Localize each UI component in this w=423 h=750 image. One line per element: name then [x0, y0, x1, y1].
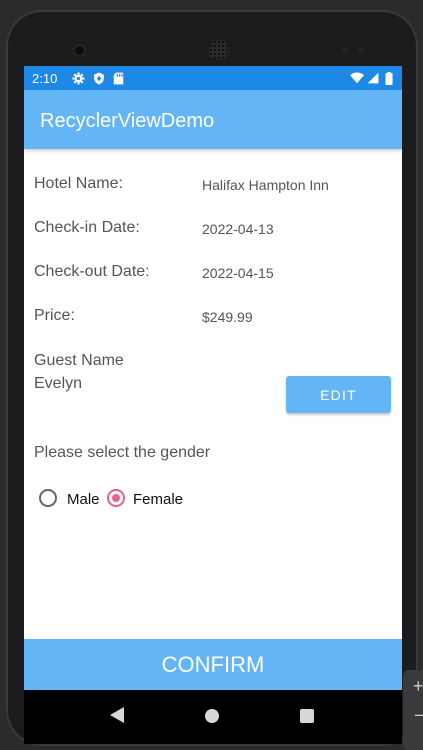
hotel-name-value: Halifax Hampton Inn	[202, 177, 329, 193]
confirm-button[interactable]: CONFIRM	[24, 639, 402, 690]
app-title: RecyclerViewDemo	[40, 110, 215, 132]
battery-icon	[385, 72, 393, 85]
female-radio[interactable]	[107, 489, 125, 507]
front-camera	[75, 46, 84, 55]
back-icon[interactable]	[110, 707, 124, 723]
sd-card-icon	[113, 72, 124, 85]
status-bar: 2:10	[24, 66, 402, 90]
home-icon[interactable]	[205, 709, 219, 723]
check-in-label: Check-in Date:	[34, 219, 140, 236]
nav-bar	[24, 690, 402, 744]
recents-icon[interactable]	[300, 709, 314, 723]
wifi-icon	[350, 72, 364, 84]
device-screen: 2:10 RecyclerViewDemo Hotel Name: Halifa…	[24, 66, 402, 744]
female-radio-label[interactable]: Female	[133, 491, 183, 508]
male-radio-label[interactable]: Male	[67, 491, 100, 508]
check-in-value: 2022-04-13	[202, 221, 274, 237]
earpiece-speaker	[209, 40, 229, 60]
gender-prompt: Please select the gender	[34, 444, 211, 461]
guest-name-heading: Guest Name	[34, 352, 124, 369]
gear-icon	[72, 72, 85, 85]
zoom-in-icon[interactable]: +	[413, 676, 423, 697]
app-bar: RecyclerViewDemo	[24, 90, 402, 149]
signal-icon	[367, 72, 379, 84]
check-out-value: 2022-04-15	[202, 265, 274, 281]
price-value: $249.99	[202, 309, 253, 325]
hotel-name-label: Hotel Name:	[34, 175, 123, 192]
light-sensor	[358, 47, 364, 53]
male-radio[interactable]	[39, 489, 57, 507]
guest-name-value: Evelyn	[34, 375, 83, 392]
edit-button[interactable]: EDIT	[286, 376, 391, 413]
guest-block: Guest Name Evelyn	[34, 349, 124, 395]
status-time: 2:10	[32, 71, 58, 86]
zoom-out-icon[interactable]: –	[415, 704, 423, 725]
proximity-sensor	[342, 47, 348, 53]
price-label: Price:	[34, 307, 75, 324]
shield-icon	[94, 72, 104, 85]
check-out-label: Check-out Date:	[34, 263, 150, 280]
emulator-side-controls: + –	[403, 670, 423, 750]
